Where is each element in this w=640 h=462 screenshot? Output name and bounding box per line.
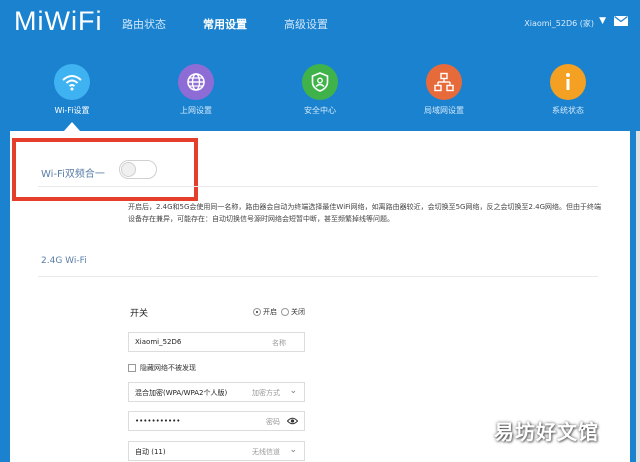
hide-network-row[interactable]: 隐藏网络不被发现 [128,363,196,373]
channel-hint: 无线信道 [252,448,280,456]
section-title-24g: 2.4G Wi-Fi [41,256,87,266]
chevron-down-icon: ⌄ [289,386,297,396]
encryption-value: 混合加密(WPA/WPA2个人版) [135,389,228,397]
nav-router-status[interactable]: 路由状态 [122,16,166,32]
network-icon [426,64,462,100]
security-center-item[interactable]: 安全中心 [280,64,360,116]
icon-label: 上网设置 [180,106,212,115]
icon-label: Wi-Fi设置 [54,106,90,115]
top-bar: MiWiFi 路由状态 常用设置 高级设置 Xiaomi_52D6 (家) ▼ [0,0,640,46]
watermark: 易坊好文馆 [494,420,599,444]
icon-label: 系统状态 [552,106,584,115]
chevron-down-icon: ⌄ [289,445,297,455]
wifi-settings-item[interactable]: Wi-Fi设置 [32,64,112,116]
divider [38,276,598,277]
icon-label: 安全中心 [304,106,336,115]
dual-band-description: 开启后，2.4G和5G会使用同一名称，路由器会自动为终端选择最佳WiFi网络，如… [128,203,602,223]
nav-common-settings[interactable]: 常用设置 [203,16,247,32]
active-pointer [64,122,80,131]
system-status-item[interactable]: 系统状态 [528,64,608,116]
radio-on[interactable] [253,308,261,316]
wifi-icon [54,64,90,100]
nav-advanced-settings[interactable]: 高级设置 [284,16,328,32]
channel-value: 自动 (11) [135,448,166,456]
password-field[interactable]: ••••••••••• 密码 [128,411,305,431]
chevron-down-icon[interactable]: ▼ [599,16,606,26]
scrollbar[interactable] [636,131,640,462]
encryption-select[interactable]: 混合加密(WPA/WPA2个人版) 加密方式 ⌄ [128,382,305,402]
encryption-hint: 加密方式 [252,389,280,397]
user-menu[interactable]: Xiaomi_52D6 (家) [524,18,594,29]
radio-off-label: 关闭 [291,308,305,316]
switch-label: 开关 [130,309,149,319]
radio-on-label: 开启 [263,308,277,316]
settings-panel: Wi-Fi双频合一 开启后，2.4G和5G会使用同一名称，路由器会自动为终端选择… [10,131,630,462]
channel-select[interactable]: 自动 (11) 无线信道 ⌄ [128,441,305,461]
mail-icon[interactable] [614,16,628,26]
wifi-name-hint: 名称 [272,339,286,347]
password-hint: 密码 [266,418,280,426]
shield-icon [302,64,338,100]
wifi-name-value: Xiaomi_52D6 [135,338,182,346]
lan-settings-item[interactable]: 局域网设置 [404,64,484,116]
info-icon [550,64,586,100]
eye-icon[interactable] [287,416,298,426]
icon-label: 局域网设置 [424,106,464,115]
globe-icon [178,64,214,100]
hide-network-label: 隐藏网络不被发现 [140,364,196,372]
switch-radio-group: 开启 关闭 [253,307,309,317]
password-value: ••••••••••• [135,417,181,425]
highlight-box [12,138,198,201]
hide-network-checkbox[interactable] [128,364,136,372]
divider [38,186,598,187]
logo[interactable]: MiWiFi [14,6,102,37]
internet-settings-item[interactable]: 上网设置 [156,64,236,116]
wifi-name-field[interactable]: Xiaomi_52D6 名称 [128,332,305,352]
radio-off[interactable] [281,308,289,316]
